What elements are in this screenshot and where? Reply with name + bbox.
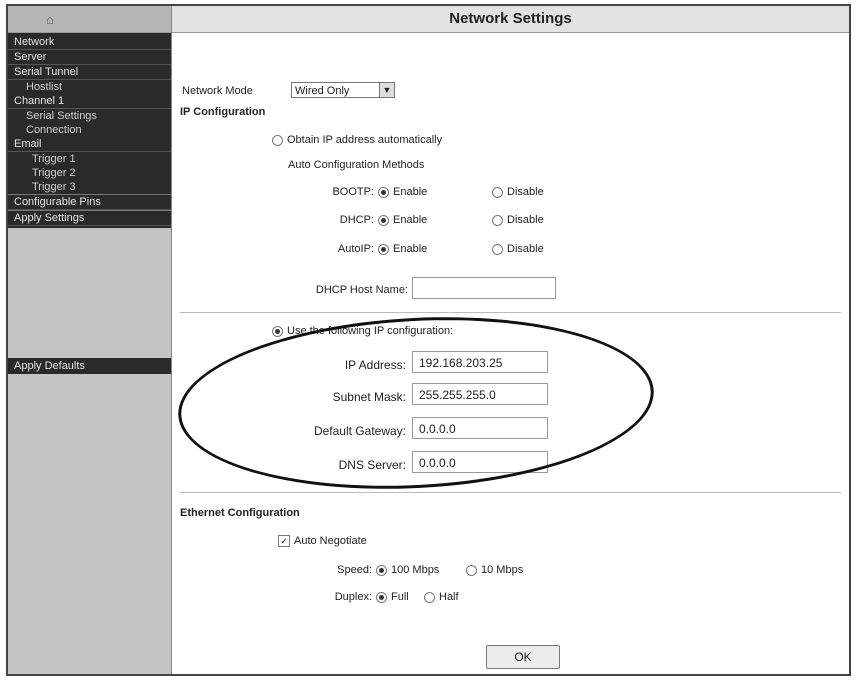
sidebar-item-connection[interactable]: Connection xyxy=(8,123,171,137)
dhcp-enable-radio[interactable] xyxy=(378,214,389,226)
sidebar-item-trigger-1[interactable]: Trigger 1 xyxy=(8,152,171,166)
sidebar-header: ⌂ xyxy=(8,6,171,33)
autoip-disable-label: Disable xyxy=(507,243,544,255)
autoip-enable-label: Enable xyxy=(393,243,428,255)
sidebar-item-trigger-3[interactable]: Trigger 3 xyxy=(8,180,171,194)
sidebar-item-server[interactable]: Server xyxy=(8,50,171,65)
bootp-label: BOOTP: xyxy=(332,186,374,198)
ethernet-config-heading: Ethernet Configuration xyxy=(180,507,300,519)
bootp-disable-label: Disable xyxy=(507,186,544,198)
page-title: Network Settings xyxy=(172,6,849,33)
default-gateway-label: Default Gateway: xyxy=(313,424,406,438)
auto-negotiate-label: Auto Negotiate xyxy=(294,535,367,547)
dhcp-disable-label: Disable xyxy=(507,214,544,226)
ok-button[interactable]: OK xyxy=(486,645,560,669)
default-gateway-input[interactable]: 0.0.0.0 xyxy=(412,417,548,439)
speed-10-label: 10 Mbps xyxy=(481,564,524,576)
bootp-enable-label: Enable xyxy=(393,186,428,198)
duplex-half-label: Half xyxy=(439,591,459,603)
chevron-down-icon[interactable]: ▼ xyxy=(379,83,394,97)
speed-100-option[interactable]: 100 Mbps xyxy=(376,564,439,576)
dhcp-enable-label: Enable xyxy=(393,214,428,226)
subnet-mask-input[interactable]: 255.255.255.0 xyxy=(412,383,548,405)
bootp-enable-radio[interactable] xyxy=(378,186,389,198)
speed-label: Speed: xyxy=(337,564,372,576)
dhcp-enable-option[interactable]: Enable xyxy=(378,214,427,226)
sidebar-item-email[interactable]: Email xyxy=(8,137,171,152)
dhcp-host-input[interactable] xyxy=(412,277,556,299)
settings-window: ⌂ Network Server Serial Tunnel Hostlist … xyxy=(6,4,851,676)
sidebar-item-configurable-pins[interactable]: Configurable Pins xyxy=(8,194,171,210)
autoip-label: AutoIP: xyxy=(337,243,374,255)
apply-defaults-button[interactable]: Apply Defaults xyxy=(8,358,171,374)
sidebar-item-trigger-2[interactable]: Trigger 2 xyxy=(8,166,171,180)
duplex-full-radio[interactable] xyxy=(376,591,387,603)
sidebar-item-serial-tunnel[interactable]: Serial Tunnel xyxy=(8,65,171,80)
dns-server-input[interactable]: 0.0.0.0 xyxy=(412,451,548,473)
speed-100-label: 100 Mbps xyxy=(391,564,440,576)
duplex-label: Duplex: xyxy=(334,591,372,603)
divider xyxy=(180,312,841,313)
bootp-disable-option[interactable]: Disable xyxy=(492,186,544,198)
speed-10-radio[interactable] xyxy=(466,564,477,576)
autoip-disable-radio[interactable] xyxy=(492,243,503,255)
bootp-disable-radio[interactable] xyxy=(492,186,503,198)
obtain-auto-option[interactable]: Obtain IP address automatically xyxy=(272,134,442,146)
dhcp-disable-option[interactable]: Disable xyxy=(492,214,544,226)
duplex-half-option[interactable]: Half xyxy=(424,591,459,603)
sidebar-item-channel-1[interactable]: Channel 1 xyxy=(8,94,171,109)
speed-10-option[interactable]: 10 Mbps xyxy=(466,564,523,576)
network-mode-label: Network Mode xyxy=(182,85,253,97)
autoip-enable-radio[interactable] xyxy=(378,243,389,255)
duplex-full-option[interactable]: Full xyxy=(376,591,409,603)
auto-negotiate-option[interactable]: ✓ Auto Negotiate xyxy=(278,535,367,548)
obtain-auto-label: Obtain IP address automatically xyxy=(287,134,443,146)
sidebar-menu: Network Server Serial Tunnel Hostlist Ch… xyxy=(8,33,171,228)
divider xyxy=(180,492,841,493)
autoip-disable-option[interactable]: Disable xyxy=(492,243,544,255)
sidebar-item-serial-settings[interactable]: Serial Settings xyxy=(8,109,171,123)
auto-negotiate-checkbox[interactable]: ✓ xyxy=(278,535,290,548)
dhcp-label: DHCP: xyxy=(339,214,374,226)
duplex-full-label: Full xyxy=(391,591,409,603)
sidebar-item-apply-settings[interactable]: Apply Settings xyxy=(8,210,171,226)
home-icon[interactable]: ⌂ xyxy=(46,12,54,27)
speed-100-radio[interactable] xyxy=(376,564,387,576)
ip-address-label: IP Address: xyxy=(344,358,406,372)
use-following-radio[interactable] xyxy=(272,325,283,337)
sidebar-item-network[interactable]: Network xyxy=(8,35,171,50)
dns-server-label: DNS Server: xyxy=(338,458,406,472)
ip-config-heading: IP Configuration xyxy=(180,106,266,118)
subnet-mask-label: Subnet Mask: xyxy=(332,390,406,404)
obtain-auto-radio[interactable] xyxy=(272,134,283,146)
sidebar-item-hostlist[interactable]: Hostlist xyxy=(8,80,171,94)
use-following-label: Use the following IP configuration: xyxy=(287,325,454,337)
bootp-enable-option[interactable]: Enable xyxy=(378,186,427,198)
network-mode-value: Wired Only xyxy=(295,85,350,97)
dhcp-disable-radio[interactable] xyxy=(492,214,503,226)
autoip-enable-option[interactable]: Enable xyxy=(378,243,427,255)
auto-methods-label: Auto Configuration Methods xyxy=(288,159,425,171)
network-mode-select[interactable]: Wired Only ▼ xyxy=(291,82,395,98)
ip-address-input[interactable]: 192.168.203.25 xyxy=(412,351,548,373)
main-content: Network Settings Network Mode Wired Only… xyxy=(172,6,849,674)
use-following-option[interactable]: Use the following IP configuration: xyxy=(272,325,453,337)
duplex-half-radio[interactable] xyxy=(424,591,435,603)
dhcp-host-label: DHCP Host Name: xyxy=(315,284,408,296)
sidebar: ⌂ Network Server Serial Tunnel Hostlist … xyxy=(8,6,172,674)
